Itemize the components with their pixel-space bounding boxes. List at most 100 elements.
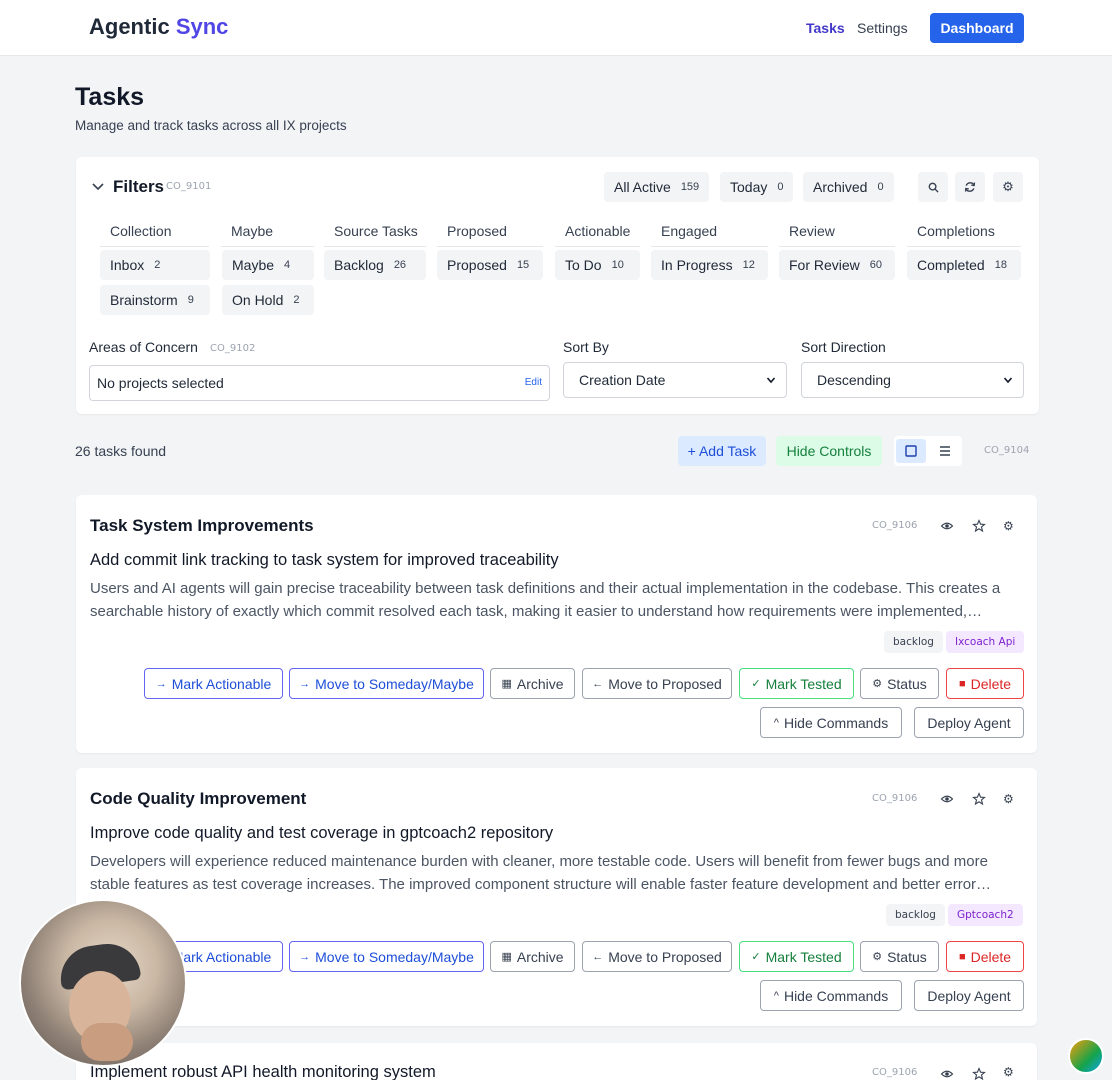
sort-by-label: Sort By [563, 339, 609, 355]
hide-commands-button[interactable]: ^ Hide Commands [760, 707, 902, 738]
action-label: Hide Commands [783, 714, 889, 731]
action-label: Archive [516, 948, 564, 965]
eye-icon[interactable] [940, 792, 954, 806]
move-to-proposed-button[interactable]: ← Move to Proposed [582, 668, 732, 699]
status-button[interactable]: ⚙ Status [860, 668, 939, 699]
nav-tasks-link[interactable]: Tasks [806, 20, 845, 36]
stage-to-do[interactable]: To Do 10 [555, 250, 640, 280]
areas-label: Areas of Concern [89, 339, 198, 355]
chevron-down-icon [1003, 377, 1013, 384]
column-actionable: Actionable [555, 223, 640, 247]
stage-maybe[interactable]: Maybe 4 [222, 250, 314, 280]
deploy-agent-button[interactable]: Deploy Agent [914, 980, 1024, 1011]
trash-icon: ■ [958, 677, 966, 690]
deploy-agent-button[interactable]: Deploy Agent [914, 707, 1024, 738]
brand-accent: Sync [175, 14, 229, 39]
column-collection: Collection [100, 223, 209, 247]
chevron-down-icon[interactable] [91, 179, 105, 193]
column-engaged: Engaged [651, 223, 768, 247]
hide-commands-button[interactable]: ^ Hide Commands [760, 980, 902, 1011]
move-someday-button[interactable]: → Move to Someday/Maybe [289, 941, 484, 972]
archive-icon: ▦ [501, 678, 512, 690]
filters-title[interactable]: Filters [113, 177, 164, 197]
star-icon[interactable] [972, 519, 986, 533]
task-project: Code Quality Improvement [90, 789, 307, 808]
stage-backlog[interactable]: Backlog 26 [324, 250, 426, 280]
refresh-button[interactable] [955, 172, 985, 202]
stage-count: 2 [293, 294, 300, 306]
stage-label: To Do [565, 257, 602, 273]
task-title[interactable]: Add commit link tracking to task system … [90, 551, 559, 570]
move-to-proposed-button[interactable]: ← Move to Proposed [582, 941, 732, 972]
archive-button[interactable]: ▦ Archive [490, 941, 575, 972]
move-someday-button[interactable]: → Move to Someday/Maybe [289, 668, 484, 699]
star-icon[interactable] [972, 1067, 986, 1080]
areas-edit-link[interactable]: Edit [525, 377, 542, 388]
action-label: Mark Tested [765, 948, 842, 965]
check-icon: ✓ [751, 678, 761, 690]
stage-for-review[interactable]: For Review 60 [779, 250, 895, 280]
eye-icon[interactable] [940, 1067, 954, 1080]
sort-by-select[interactable]: Creation Date [563, 362, 787, 398]
eye-icon[interactable] [940, 519, 954, 533]
gear-icon[interactable]: ⚙ [1003, 792, 1017, 806]
action-label: Mark Actionable [171, 675, 272, 692]
star-icon[interactable] [972, 792, 986, 806]
settings-button[interactable]: ⚙ [993, 172, 1023, 202]
stage-label: Backlog [334, 257, 384, 273]
action-label: Move to Proposed [608, 675, 722, 692]
task-title[interactable]: Improve code quality and test coverage i… [90, 824, 553, 843]
stage-proposed[interactable]: Proposed 15 [437, 250, 543, 280]
filter-all-active[interactable]: All Active 159 [604, 172, 710, 202]
app-brand[interactable]: Agentic Sync [89, 14, 228, 40]
stage-count: 26 [393, 259, 407, 271]
nav-settings-link[interactable]: Settings [857, 20, 908, 36]
pill-label: Archived [813, 179, 868, 195]
list-view-button[interactable] [930, 439, 960, 463]
add-task-button[interactable]: + Add Task [678, 436, 766, 466]
gear-icon: ⚙ [1002, 179, 1014, 194]
search-button[interactable] [918, 172, 948, 202]
top-bar: Agentic Sync Tasks Settings Dashboard [0, 0, 1112, 56]
filter-archived[interactable]: Archived 0 [803, 172, 894, 202]
arrow-left-icon: ← [592, 950, 604, 963]
archive-button[interactable]: ▦ Archive [490, 668, 575, 699]
sort-direction-select[interactable]: Descending [801, 362, 1024, 398]
pill-count: 0 [777, 181, 784, 193]
archive-icon: ▦ [501, 951, 512, 963]
gear-icon[interactable]: ⚙ [1003, 519, 1017, 533]
areas-value: No projects selected [97, 375, 224, 391]
dashboard-button[interactable]: Dashboard [930, 13, 1024, 43]
delete-button[interactable]: ■ Delete [946, 668, 1024, 699]
brand-main: Agentic [89, 14, 170, 39]
task-title[interactable]: Implement robust API health monitoring s… [90, 1063, 436, 1080]
chevron-down-icon [766, 377, 776, 384]
mark-tested-button[interactable]: ✓ Mark Tested [739, 941, 854, 972]
card-view-button[interactable] [896, 439, 926, 463]
pill-count: 0 [877, 181, 884, 193]
filter-today[interactable]: Today 0 [720, 172, 794, 202]
toolbar-code: CO_9104 [984, 445, 1030, 456]
task-stage-tag: backlog [886, 904, 945, 926]
action-label: Status [887, 675, 927, 692]
stage-count: 15 [516, 259, 530, 271]
status-button[interactable]: ⚙ Status [860, 941, 939, 972]
stage-count: 18 [994, 259, 1007, 271]
stage-label: Completed [917, 257, 985, 273]
stage-in-progress[interactable]: In Progress 12 [651, 250, 768, 280]
mark-actionable-button[interactable]: → Mark Actionable [144, 668, 283, 699]
action-label: Move to Someday/Maybe [315, 675, 474, 692]
gear-icon[interactable]: ⚙ [1003, 1065, 1017, 1079]
hide-controls-button[interactable]: Hide Controls [776, 436, 882, 466]
stage-brainstorm[interactable]: Brainstorm 9 [100, 285, 210, 315]
delete-button[interactable]: ■ Delete [946, 941, 1024, 972]
column-source-tasks: Source Tasks [324, 223, 426, 247]
areas-field[interactable]: No projects selected Edit [89, 365, 550, 401]
list-view-icon [940, 446, 950, 456]
floating-app-badge[interactable] [1068, 1038, 1104, 1074]
mark-tested-button[interactable]: ✓ Mark Tested [739, 668, 854, 699]
stage-inbox[interactable]: Inbox 2 [100, 250, 210, 280]
stage-on-hold[interactable]: On Hold 2 [222, 285, 314, 315]
action-label: Status [887, 948, 927, 965]
stage-completed[interactable]: Completed 18 [907, 250, 1021, 280]
